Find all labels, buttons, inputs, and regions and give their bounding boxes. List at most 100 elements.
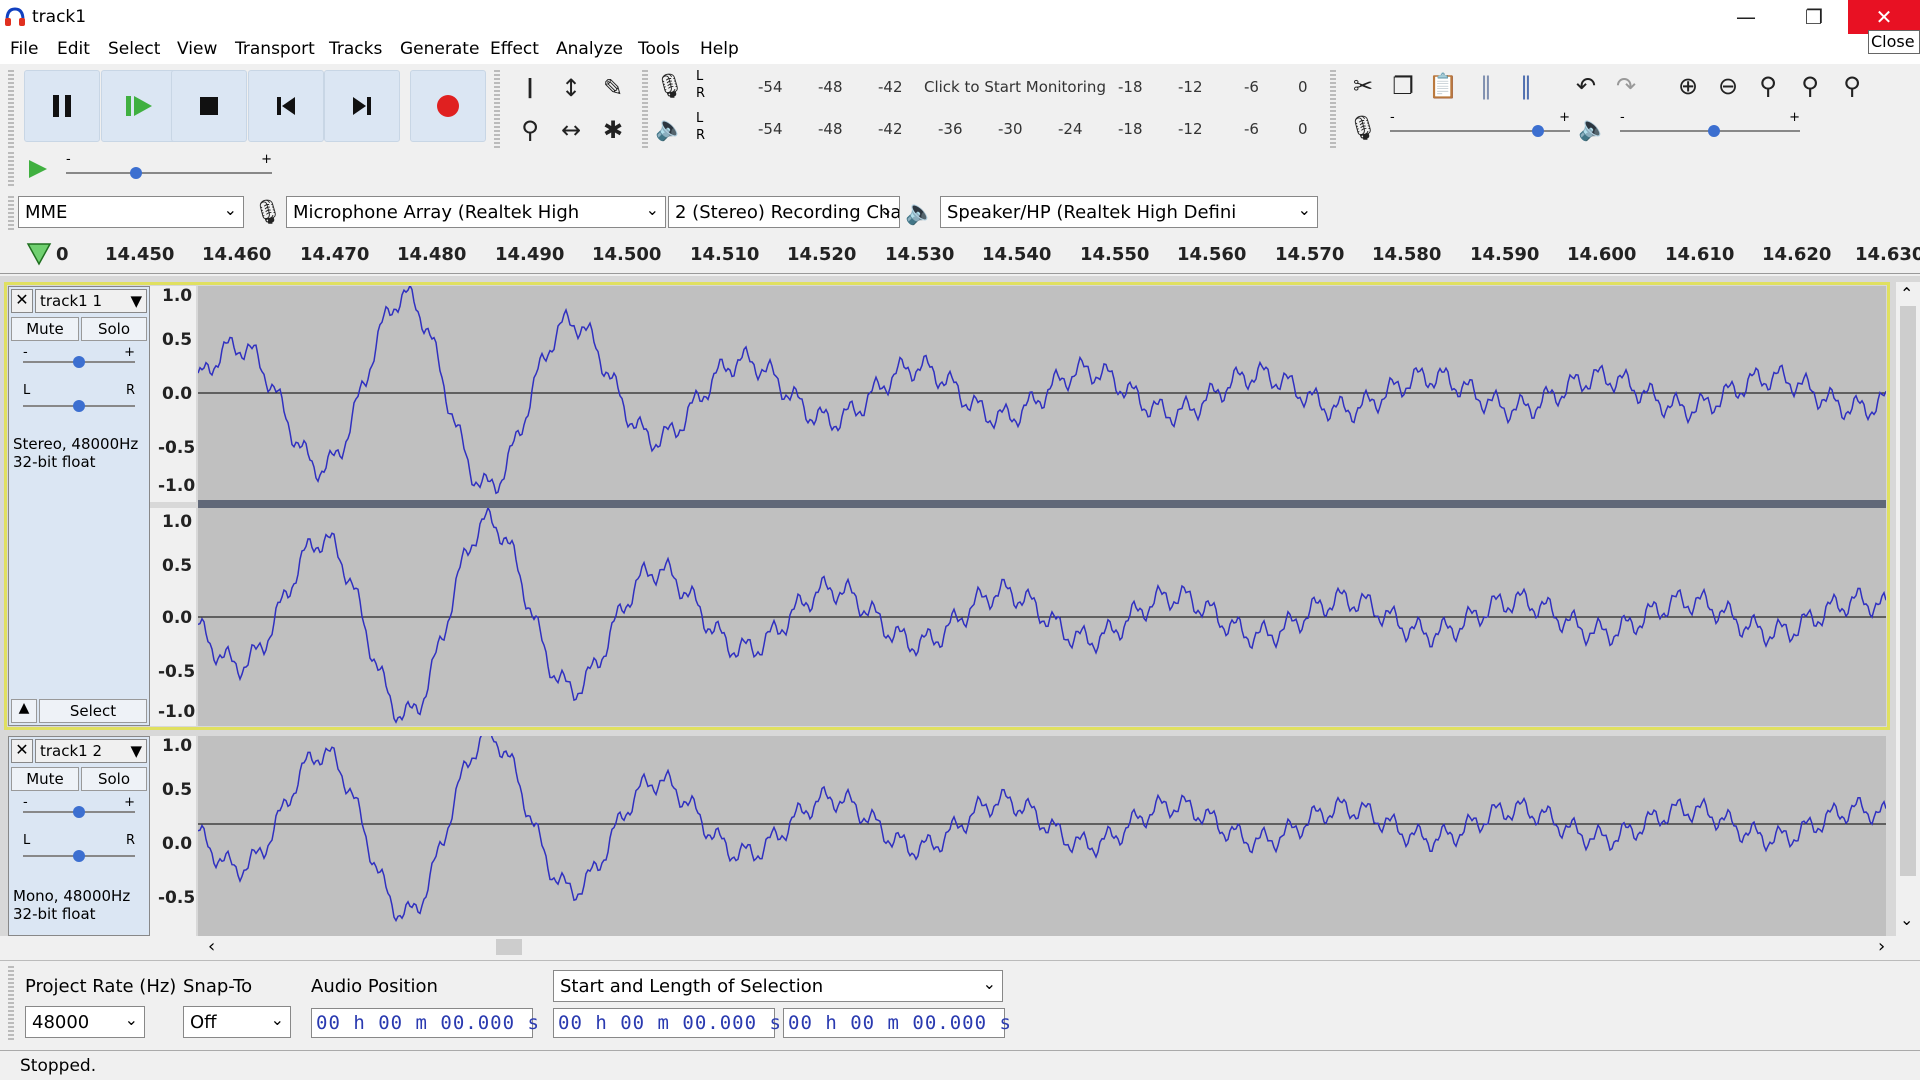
play-button[interactable] (101, 70, 177, 142)
menu-effect[interactable]: Effect (490, 39, 539, 59)
play-meter-speaker-icon[interactable]: 🔈 (652, 110, 688, 146)
selection-length-time[interactable]: 00 h 00 m 00.000 s (783, 1008, 1011, 1038)
slider-thumb[interactable] (1532, 125, 1544, 137)
copy-icon[interactable]: ❐ (1385, 68, 1421, 104)
selection-mode-select[interactable]: Start and Length of Selection ⌄ (553, 970, 1003, 1002)
select-track-button[interactable]: Select (39, 699, 147, 723)
selection-tool-icon[interactable]: I (512, 70, 548, 106)
paste-icon[interactable]: 📋 (1425, 68, 1461, 104)
menu-transport[interactable]: Transport (235, 39, 315, 59)
zoom-toggle-icon[interactable]: ⚲ (1834, 68, 1870, 104)
fit-project-icon[interactable]: ⚲ (1792, 68, 1828, 104)
menu-file[interactable]: File (10, 39, 38, 59)
device-grip[interactable] (8, 196, 14, 230)
trim-icon[interactable]: ‖ (1468, 68, 1504, 104)
track-1-left-waveform[interactable] (198, 286, 1886, 500)
scroll-left-icon[interactable]: ‹ (208, 936, 215, 957)
solo-button[interactable]: Solo (81, 317, 147, 341)
restore-button[interactable]: ❐ (1780, 0, 1848, 34)
scroll-right-icon[interactable]: › (1878, 936, 1885, 957)
playback-volume-slider[interactable]: - + (1620, 110, 1800, 138)
audio-host-select[interactable]: MME ⌄ (18, 196, 244, 228)
redo-icon[interactable]: ↷ (1608, 68, 1644, 104)
record-button[interactable] (410, 70, 486, 142)
meter-grip[interactable] (642, 70, 648, 150)
scroll-up-icon[interactable]: ⌃ (1900, 284, 1913, 303)
track-1-control-panel[interactable]: ✕ track1 1 ▼ Mute Solo - + L R Stereo, 48… (8, 286, 150, 726)
timeshift-tool-icon[interactable]: ↔ (553, 112, 589, 148)
pan-slider[interactable]: L R (23, 383, 135, 413)
menu-tracks[interactable]: Tracks (329, 39, 382, 59)
track-2-waveform[interactable] (198, 736, 1886, 936)
skip-to-start-button[interactable] (248, 70, 324, 142)
track-name-menu[interactable]: track1 1 ▼ (35, 289, 147, 313)
record-monitor-prompt[interactable]: Click to Start Monitoring (924, 78, 1106, 96)
timeline-ruler[interactable]: 0 14.450 14.460 14.470 14.480 14.490 14.… (0, 236, 1920, 274)
menu-generate[interactable]: Generate (400, 39, 479, 59)
stop-button[interactable] (171, 70, 247, 142)
snap-to-select[interactable]: Off ⌄ (183, 1006, 291, 1038)
scroll-down-icon[interactable]: ⌄ (1900, 910, 1913, 929)
draw-tool-icon[interactable]: ✎ (595, 70, 631, 106)
play-meter[interactable]: -54 -48 -42 -36 -30 -24 -18 -12 -6 0 (710, 112, 1310, 144)
envelope-tool-icon[interactable]: ↕ (553, 70, 589, 106)
menu-select[interactable]: Select (108, 39, 160, 59)
gain-slider[interactable]: - + (23, 345, 135, 369)
gain-slider[interactable]: - + (23, 795, 135, 819)
track-1-right-waveform[interactable] (198, 508, 1886, 726)
zoom-out-icon[interactable]: ⊖ (1710, 68, 1746, 104)
track-close-button[interactable]: ✕ (11, 289, 33, 313)
recording-device-select[interactable]: Microphone Array (Realtek High ⌄ (286, 196, 666, 228)
edit-grip[interactable] (1330, 70, 1336, 150)
record-meter-mic-icon[interactable]: 🎙 (652, 68, 688, 104)
slider-thumb[interactable] (73, 806, 85, 818)
slider-thumb[interactable] (73, 400, 85, 412)
recording-channels-select[interactable]: 2 (Stereo) Recording Chai ⌄ (668, 196, 900, 228)
cut-icon[interactable]: ✂ (1345, 68, 1381, 104)
menu-view[interactable]: View (177, 39, 217, 59)
zoom-in-icon[interactable]: ⊕ (1670, 68, 1706, 104)
collapse-track-icon[interactable]: ▲ (11, 699, 37, 723)
scrollbar-thumb[interactable] (1900, 306, 1916, 876)
horizontal-scrollbar[interactable]: ‹ › (198, 936, 1898, 958)
audio-position-time[interactable]: 00 h 00 m 00.000 s (311, 1008, 539, 1038)
menu-edit[interactable]: Edit (57, 39, 90, 59)
toolbar-grip[interactable] (8, 70, 14, 148)
slider-thumb[interactable] (1708, 125, 1720, 137)
zoom-tool-icon[interactable]: ⚲ (512, 112, 548, 148)
close-button[interactable]: ✕ (1848, 0, 1920, 34)
slider-thumb[interactable] (73, 850, 85, 862)
silence-icon[interactable]: ‖ (1508, 68, 1544, 104)
tools-grip[interactable] (494, 70, 500, 150)
record-meter[interactable]: -54 -48 -42 Click to Start Monitoring -1… (710, 70, 1310, 102)
pause-button[interactable] (24, 70, 100, 142)
solo-button[interactable]: Solo (81, 767, 147, 791)
scrollbar-thumb[interactable] (496, 939, 522, 955)
vertical-scrollbar[interactable]: ⌃ ⌄ (1896, 282, 1920, 936)
undo-icon[interactable]: ↶ (1568, 68, 1604, 104)
timeline-play-head-icon[interactable] (26, 242, 52, 271)
selection-grip[interactable] (8, 966, 14, 1042)
multi-tool-icon[interactable]: ✱ (595, 112, 631, 148)
slider-thumb[interactable] (73, 356, 85, 368)
slider-thumb[interactable] (130, 167, 142, 179)
pan-slider[interactable]: L R (23, 833, 135, 863)
playback-device-select[interactable]: Speaker/HP (Realtek High Defini ⌄ (940, 196, 1318, 228)
play-speed-grip[interactable] (8, 152, 14, 186)
play-at-speed-button[interactable] (22, 154, 54, 184)
menu-analyze[interactable]: Analyze (556, 39, 623, 59)
minimize-button[interactable]: — (1712, 0, 1780, 34)
track-close-button[interactable]: ✕ (11, 739, 33, 763)
track-name-menu[interactable]: track1 2 ▼ (35, 739, 147, 763)
track-2-control-panel[interactable]: ✕ track1 2 ▼ Mute Solo - + L R Mono, 4800… (8, 736, 150, 936)
recording-volume-slider[interactable]: - + (1390, 110, 1570, 138)
mute-button[interactable]: Mute (11, 317, 79, 341)
mute-button[interactable]: Mute (11, 767, 79, 791)
menu-tools[interactable]: Tools (638, 39, 680, 59)
fit-selection-icon[interactable]: ⚲ (1750, 68, 1786, 104)
skip-to-end-button[interactable] (324, 70, 400, 142)
selection-start-time[interactable]: 00 h 00 m 00.000 s (553, 1008, 781, 1038)
project-rate-select[interactable]: 48000 ⌄ (25, 1006, 145, 1038)
play-speed-slider[interactable]: - + (66, 152, 272, 180)
menu-help[interactable]: Help (700, 39, 739, 59)
